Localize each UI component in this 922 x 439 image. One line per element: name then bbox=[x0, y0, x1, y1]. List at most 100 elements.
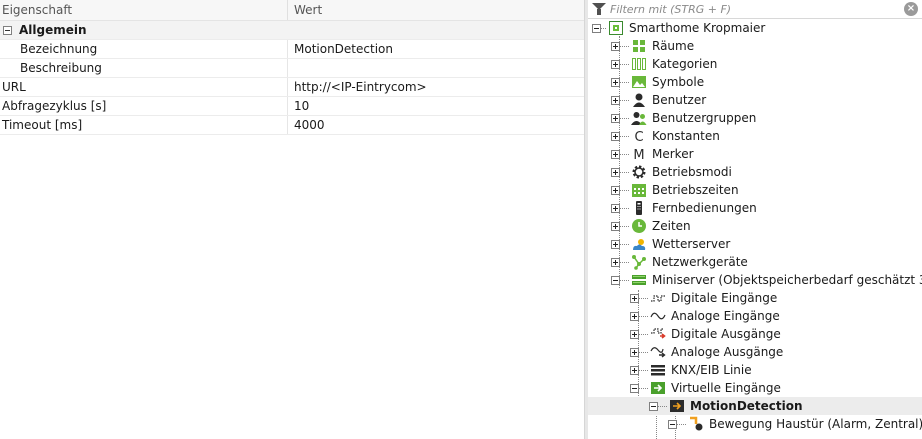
property-row-poll-cycle[interactable]: Abfragezyklus [s] 10 bbox=[0, 97, 584, 116]
property-key: Beschreibung bbox=[0, 59, 288, 77]
tree-item-motion-detection[interactable]: MotionDetection bbox=[588, 397, 922, 415]
filter-icon bbox=[592, 2, 606, 16]
tree-item-label: Betriebsmodi bbox=[652, 165, 732, 179]
tree-item-user-groups[interactable]: Benutzergruppen bbox=[588, 109, 922, 127]
tree-item-label: Merker bbox=[652, 147, 694, 161]
virtual-input-icon bbox=[650, 380, 666, 396]
expand-icon[interactable] bbox=[611, 95, 620, 105]
tree-item-label: Konstanten bbox=[652, 129, 720, 143]
tree-item-rooms[interactable]: Räume bbox=[588, 37, 922, 55]
property-value-timeout[interactable]: 4000 bbox=[288, 116, 584, 134]
remote-icon bbox=[631, 200, 647, 216]
expand-icon[interactable] bbox=[611, 221, 620, 231]
tree-item-label: Bewegung Haustür (Alarm, Zentral) (VI) bbox=[709, 417, 922, 431]
expand-icon[interactable] bbox=[611, 113, 620, 123]
expand-icon[interactable] bbox=[611, 77, 620, 87]
property-row-description[interactable]: Beschreibung bbox=[0, 59, 584, 78]
property-key: Abfragezyklus [s] bbox=[0, 97, 288, 115]
expand-icon[interactable] bbox=[630, 365, 639, 375]
project-tree-pane: × Smarthome Kropmaier Räume Kategorien S… bbox=[588, 0, 922, 439]
tree-item-label: Analoge Ausgänge bbox=[671, 345, 784, 359]
tree-item-label: Fernbedienungen bbox=[652, 201, 757, 215]
tree-item-constants[interactable]: C Konstanten bbox=[588, 127, 922, 145]
tree-item-knx-line[interactable]: KNX/EIB Linie bbox=[588, 361, 922, 379]
expand-icon[interactable] bbox=[630, 293, 639, 303]
collapse-icon[interactable] bbox=[668, 419, 677, 429]
property-row-timeout[interactable]: Timeout [ms] 4000 bbox=[0, 116, 584, 135]
tree-item-analog-inputs[interactable]: Analoge Eingänge bbox=[588, 307, 922, 325]
tree-item-categories[interactable]: Kategorien bbox=[588, 55, 922, 73]
tree-item-flags[interactable]: M Merker bbox=[588, 145, 922, 163]
miniserver-icon bbox=[631, 272, 647, 288]
expand-icon[interactable] bbox=[611, 41, 620, 51]
tree-item-weather-server[interactable]: Wetterserver bbox=[588, 235, 922, 253]
property-key: Bezeichnung bbox=[0, 40, 288, 58]
tree-item-label: Kategorien bbox=[652, 57, 718, 71]
expand-icon[interactable] bbox=[611, 149, 620, 159]
tree-item-label: Benutzergruppen bbox=[652, 111, 757, 125]
tree-item-digital-inputs[interactable]: Digitale Eingänge bbox=[588, 289, 922, 307]
tree-item-symbols[interactable]: Symbole bbox=[588, 73, 922, 91]
expand-icon[interactable] bbox=[611, 167, 620, 177]
tree-item-operating-times[interactable]: Betriebszeiten bbox=[588, 181, 922, 199]
tree-filter-input[interactable] bbox=[610, 0, 900, 18]
collapse-icon[interactable] bbox=[592, 23, 601, 33]
expand-icon[interactable] bbox=[630, 347, 639, 357]
tree-item-label: Analoge Eingänge bbox=[671, 309, 780, 323]
clear-filter-icon[interactable]: × bbox=[904, 2, 918, 16]
collapse-icon[interactable] bbox=[649, 401, 658, 411]
tree-item-label: Symbole bbox=[652, 75, 705, 89]
collapse-icon[interactable] bbox=[611, 275, 620, 285]
rooms-icon bbox=[631, 38, 647, 54]
property-row-name[interactable]: Bezeichnung MotionDetection bbox=[0, 40, 584, 59]
property-value-description[interactable] bbox=[288, 59, 584, 77]
property-row-url[interactable]: URL http://<IP-Eintrycom> bbox=[0, 78, 584, 97]
tree-filter-bar: × bbox=[588, 0, 922, 19]
property-group-general[interactable]: Allgemein bbox=[0, 21, 584, 40]
tree-item-motion-front-door[interactable]: Bewegung Haustür (Alarm, Zentral) (VI) bbox=[588, 415, 922, 433]
expand-icon[interactable] bbox=[611, 131, 620, 141]
tree-item-times[interactable]: Zeiten bbox=[588, 217, 922, 235]
tree-item-label: Zeiten bbox=[652, 219, 691, 233]
tree-item-virtual-inputs[interactable]: Virtuelle Eingänge bbox=[588, 379, 922, 397]
property-key: Timeout [ms] bbox=[0, 116, 288, 134]
calendar-icon bbox=[631, 182, 647, 198]
tree-item-network-devices[interactable]: Netzwerkgeräte bbox=[588, 253, 922, 271]
expand-icon[interactable] bbox=[611, 59, 620, 69]
tree-root[interactable]: Smarthome Kropmaier bbox=[588, 19, 922, 37]
expand-icon[interactable] bbox=[611, 257, 620, 267]
property-value-poll-cycle[interactable]: 10 bbox=[288, 97, 584, 115]
tree-item-analog-outputs[interactable]: Analoge Ausgänge bbox=[588, 343, 922, 361]
tree-item-label: Virtuelle Eingänge bbox=[671, 381, 781, 395]
tree-item-operating-modes[interactable]: Betriebsmodi bbox=[588, 163, 922, 181]
digital-output-icon bbox=[650, 326, 666, 342]
clock-icon bbox=[631, 218, 647, 234]
project-icon bbox=[608, 20, 624, 36]
tree-item-label: KNX/EIB Linie bbox=[671, 363, 752, 377]
property-value-url[interactable]: http://<IP-Eintrycom> bbox=[288, 78, 584, 96]
tree-item-label: Wetterserver bbox=[652, 237, 731, 251]
expand-icon[interactable] bbox=[630, 311, 639, 321]
expand-icon[interactable] bbox=[611, 239, 620, 249]
expand-icon[interactable] bbox=[630, 329, 639, 339]
analog-input-icon bbox=[650, 308, 666, 324]
weather-icon bbox=[631, 236, 647, 252]
collapse-icon[interactable] bbox=[630, 383, 639, 393]
tree-item-miniserver[interactable]: Miniserver (Objektspeicherbedarf geschät… bbox=[588, 271, 922, 289]
tree-root-label: Smarthome Kropmaier bbox=[629, 21, 766, 35]
property-value-name[interactable]: MotionDetection bbox=[288, 40, 584, 58]
tree-item-label: Digitale Eingänge bbox=[671, 291, 778, 305]
tree-item-remotes[interactable]: Fernbedienungen bbox=[588, 199, 922, 217]
tree-item-digital-outputs[interactable]: Digitale Ausgänge bbox=[588, 325, 922, 343]
expand-icon[interactable] bbox=[611, 203, 620, 213]
knx-icon bbox=[650, 362, 666, 378]
column-header-property[interactable]: Eigenschaft bbox=[0, 0, 288, 20]
collapse-icon[interactable] bbox=[3, 25, 12, 35]
virtual-input-command-icon bbox=[688, 416, 704, 432]
tree-item-label: Räume bbox=[652, 39, 695, 53]
tree-item-users[interactable]: Benutzer bbox=[588, 91, 922, 109]
expand-icon[interactable] bbox=[611, 185, 620, 195]
network-icon bbox=[631, 254, 647, 270]
column-header-value[interactable]: Wert bbox=[288, 0, 584, 20]
properties-header: Eigenschaft Wert bbox=[0, 0, 584, 21]
